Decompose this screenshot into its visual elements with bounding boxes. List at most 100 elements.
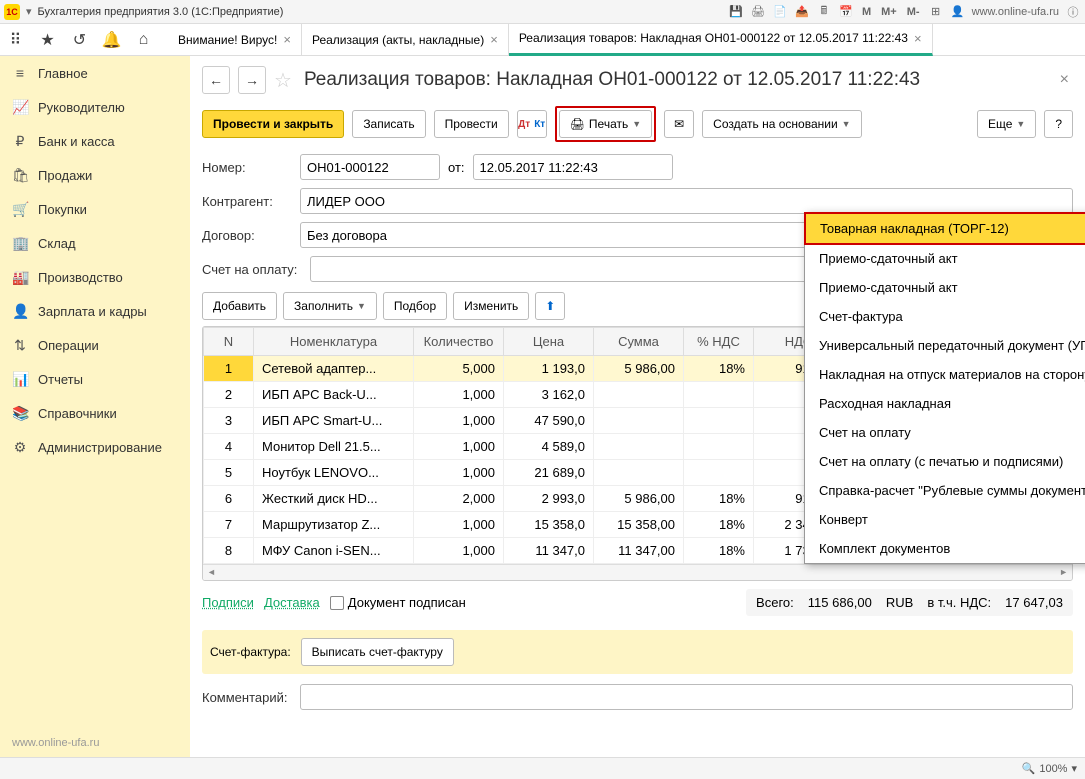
calendar-icon[interactable]: 📅	[838, 4, 854, 20]
dropdown-icon[interactable]: ▾	[26, 5, 32, 18]
sidebar-item-sales[interactable]: 🛍Продажи	[0, 158, 190, 192]
print-menu-item[interactable]: Приемо-сдаточный акт	[805, 244, 1085, 273]
favorite-star-icon[interactable]: ☆	[274, 68, 292, 93]
cell-qty: 1,000	[414, 460, 504, 486]
sidebar-item-main[interactable]: ≡Главное	[0, 56, 190, 90]
pick-button[interactable]: Подбор	[383, 292, 447, 320]
cell-name: Ноутбук LENOVO...	[254, 460, 414, 486]
print-menu-item[interactable]: Универсальный передаточный документ (УПД…	[805, 331, 1085, 360]
tab-0[interactable]: Внимание! Вирус! ×	[168, 24, 302, 56]
signed-checkbox[interactable]: Документ подписан	[330, 595, 466, 610]
delivery-link[interactable]: Доставка	[264, 595, 320, 610]
caret-icon: ▼	[632, 119, 641, 129]
close-page-button[interactable]: ×	[1060, 71, 1073, 89]
print-menu-item[interactable]: Справка-расчет "Рублевые суммы документа…	[805, 476, 1085, 505]
contract-label: Договор:	[202, 228, 292, 243]
sidebar-item-production[interactable]: 🏭Производство	[0, 260, 190, 294]
post-close-button[interactable]: Провести и закрыть	[202, 110, 344, 138]
sidebar-item-label: Отчеты	[38, 372, 83, 387]
col-vatp[interactable]: % НДС	[684, 328, 754, 356]
col-sum[interactable]: Сумма	[594, 328, 684, 356]
print-menu-item[interactable]: Счет-фактура	[805, 302, 1085, 331]
zoom-caret-icon[interactable]: ▾	[1071, 762, 1077, 775]
sidebar-item-manager[interactable]: 📈Руководителю	[0, 90, 190, 124]
counterparty-label: Контрагент:	[202, 194, 292, 209]
home-button[interactable]: ⌂	[128, 24, 160, 56]
save-button[interactable]: Записать	[352, 110, 425, 138]
tab-2[interactable]: Реализация товаров: Накладная ОН01-00012…	[509, 24, 933, 56]
invoice-factura-panel: Счет-фактура: Выписать счет-фактуру	[202, 630, 1073, 674]
print-menu-item[interactable]: Счет на оплату	[805, 418, 1085, 447]
post-button[interactable]: Провести	[434, 110, 509, 138]
doc-icon[interactable]: 📄	[772, 4, 788, 20]
sidebar-item-operations[interactable]: ⇅Операции	[0, 328, 190, 362]
m-plus-button[interactable]: M+	[879, 6, 899, 18]
history-button[interactable]: ↺	[64, 24, 96, 56]
cell-price: 3 162,0	[504, 382, 594, 408]
m-minus-button[interactable]: M-	[905, 6, 922, 18]
comment-label: Комментарий:	[202, 690, 292, 705]
favorites-button[interactable]: ★	[32, 24, 64, 56]
sidebar-item-hr[interactable]: 👤Зарплата и кадры	[0, 294, 190, 328]
sidebar-item-catalogs[interactable]: 📚Справочники	[0, 396, 190, 430]
cell-name: ИБП APC Smart-U...	[254, 408, 414, 434]
cell-vatp: 18%	[684, 538, 754, 564]
dt-kt-button[interactable]: ДтКт	[517, 110, 547, 138]
cell-n: 1	[204, 356, 254, 382]
fill-button[interactable]: Заполнить▼	[283, 292, 377, 320]
notifications-button[interactable]: 🔔	[96, 24, 128, 56]
forward-button[interactable]: →	[238, 66, 266, 94]
email-button[interactable]: ✉	[664, 110, 694, 138]
col-n[interactable]: N	[204, 328, 254, 356]
cell-vatp	[684, 434, 754, 460]
m-button[interactable]: M	[860, 6, 873, 18]
close-icon[interactable]: ×	[283, 32, 291, 47]
back-button[interactable]: ←	[202, 66, 230, 94]
sidebar-item-admin[interactable]: ⚙Администрирование	[0, 430, 190, 464]
tab-1[interactable]: Реализация (акты, накладные) ×	[302, 24, 509, 56]
sidebar-item-purchases[interactable]: 🛒Покупки	[0, 192, 190, 226]
counterparty-input[interactable]: ЛИДЕР ООО	[300, 188, 1073, 214]
print-menu-item[interactable]: Конверт	[805, 505, 1085, 534]
save-icon[interactable]: 💾	[728, 4, 744, 20]
print-menu-item-torg12[interactable]: Товарная накладная (ТОРГ-12)	[804, 212, 1085, 245]
export-icon[interactable]: 📤	[794, 4, 810, 20]
create-sf-button[interactable]: Выписать счет-фактуру	[301, 638, 454, 666]
horizontal-scrollbar[interactable]	[203, 564, 1072, 580]
sidebar-item-warehouse[interactable]: 🏢Склад	[0, 226, 190, 260]
sidebar-item-bank[interactable]: ₽Банк и касса	[0, 124, 190, 158]
close-icon[interactable]: ×	[490, 32, 498, 47]
print-icon[interactable]: 🖨	[750, 4, 766, 20]
col-qty[interactable]: Количество	[414, 328, 504, 356]
print-menu-item[interactable]: Счет на оплату (с печатью и подписями)	[805, 447, 1085, 476]
calc-icon[interactable]: 🖩	[816, 4, 832, 20]
cell-n: 3	[204, 408, 254, 434]
cell-qty: 1,000	[414, 382, 504, 408]
print-menu-item[interactable]: Накладная на отпуск материалов на сторон…	[805, 360, 1085, 389]
col-price[interactable]: Цена	[504, 328, 594, 356]
date-input[interactable]: 12.05.2017 11:22:43	[473, 154, 673, 180]
sidebar-item-label: Главное	[38, 66, 88, 81]
sidebar-item-reports[interactable]: 📊Отчеты	[0, 362, 190, 396]
print-menu-item[interactable]: Комплект документов	[805, 534, 1085, 563]
title-bar: 1C ▾ Бухгалтерия предприятия 3.0 (1С:Пре…	[0, 0, 1085, 24]
comment-input[interactable]	[300, 684, 1073, 710]
zoom-icon[interactable]: 🔍	[1022, 762, 1036, 775]
signatures-link[interactable]: Подписи	[202, 595, 254, 610]
move-up-button[interactable]: ⬆	[535, 292, 565, 320]
number-input[interactable]: ОН01-000122	[300, 154, 440, 180]
print-button[interactable]: 🖨Печать▼	[559, 110, 652, 138]
apps-button[interactable]: ⠿	[0, 24, 32, 56]
more-button[interactable]: Еще▼	[977, 110, 1036, 138]
cell-price: 21 689,0	[504, 460, 594, 486]
print-menu-item[interactable]: Расходная накладная	[805, 389, 1085, 418]
close-icon[interactable]: ×	[914, 31, 922, 46]
print-menu-item[interactable]: Приемо-сдаточный акт	[805, 273, 1085, 302]
info-icon[interactable]: ⓘ	[1065, 4, 1081, 20]
add-button[interactable]: Добавить	[202, 292, 277, 320]
col-name[interactable]: Номенклатура	[254, 328, 414, 356]
panel-icon[interactable]: ⊞	[928, 4, 944, 20]
help-button[interactable]: ?	[1044, 110, 1073, 138]
edit-button[interactable]: Изменить	[453, 292, 529, 320]
create-based-button[interactable]: Создать на основании▼	[702, 110, 861, 138]
